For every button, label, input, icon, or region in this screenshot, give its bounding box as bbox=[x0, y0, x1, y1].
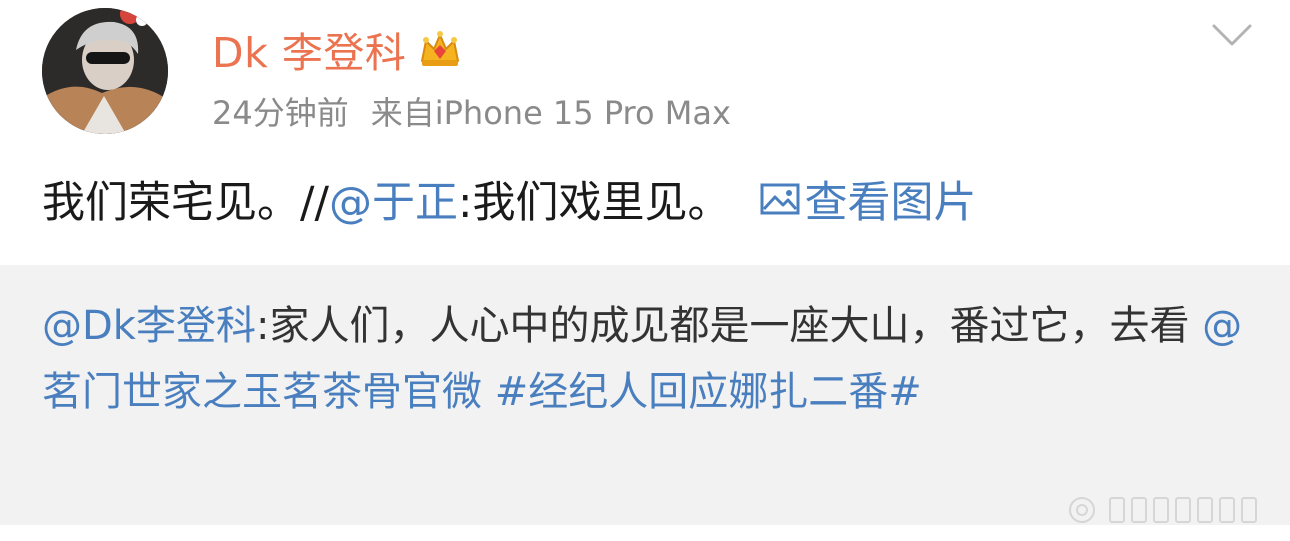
post-text-after: :我们戏里见。 bbox=[457, 178, 731, 228]
post-source: 来自iPhone 15 Pro Max bbox=[370, 94, 731, 132]
chevron-down-icon[interactable] bbox=[1210, 20, 1254, 50]
post-text-before: 我们荣宅见。// bbox=[42, 178, 329, 228]
repost-space bbox=[482, 369, 495, 415]
view-picture-link[interactable]: 查看图片 bbox=[758, 168, 976, 230]
repost-author-mention[interactable]: @Dk李登科 bbox=[42, 303, 256, 349]
hashtag-link[interactable]: #经纪人回应娜扎二番# bbox=[495, 369, 922, 415]
avatar[interactable] bbox=[42, 8, 168, 134]
post-meta: 24分钟前 来自iPhone 15 Pro Max bbox=[212, 88, 731, 134]
username-row: Dk 李登科 bbox=[212, 19, 462, 79]
watermark-logo bbox=[1062, 490, 1280, 530]
avatar-image bbox=[42, 8, 168, 134]
crown-icon[interactable] bbox=[418, 27, 462, 71]
view-picture-label: 查看图片 bbox=[804, 178, 977, 228]
repost-card[interactable]: @Dk李登科:家人们，人心中的成见都是一座大山，番过它，去看 @茗门世家之玉茗茶… bbox=[0, 265, 1290, 525]
username[interactable]: Dk 李登科 bbox=[212, 19, 406, 79]
weibo-post: Dk 李登科 24分钟前 来自iPhone 15 Pro Max 我们荣宅见。/… bbox=[0, 0, 1290, 541]
post-content: 我们荣宅见。// @于正 :我们戏里见。 查看图片 bbox=[42, 168, 976, 230]
post-time: 24分钟前 bbox=[212, 94, 349, 132]
repost-text: @Dk李登科:家人们，人心中的成见都是一座大山，番过它，去看 @茗门世家之玉茗茶… bbox=[42, 293, 1252, 425]
mention-link[interactable]: @于正 bbox=[329, 168, 458, 230]
repost-body: :家人们，人心中的成见都是一座大山，番过它，去看 bbox=[255, 303, 1203, 349]
picture-icon bbox=[760, 183, 800, 215]
